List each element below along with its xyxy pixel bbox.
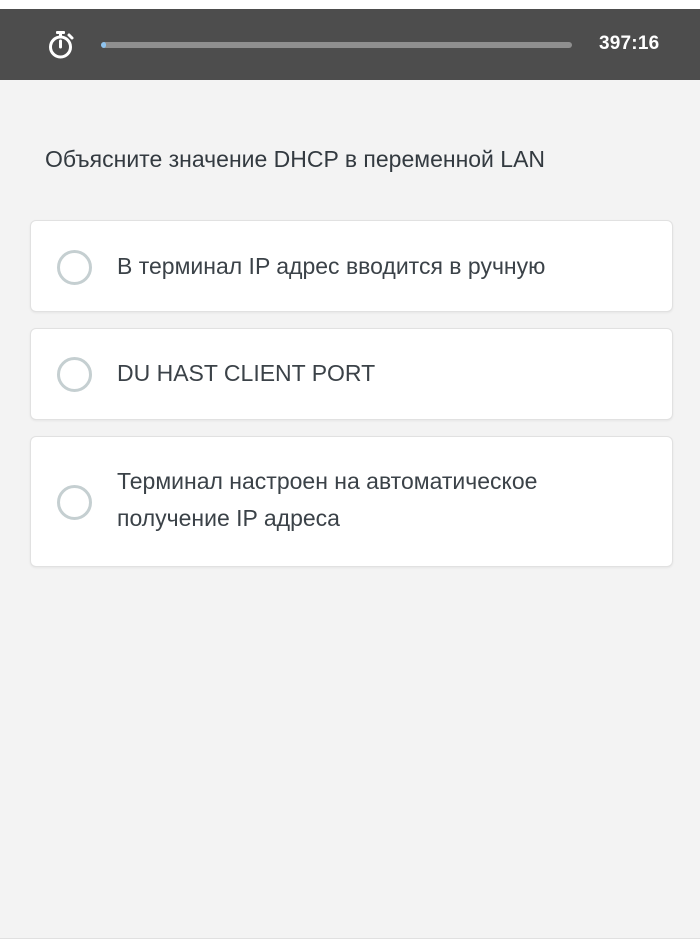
question-text: Объясните значение DHCP в переменной LAN <box>45 146 546 172</box>
time-progress-bar <box>101 42 572 48</box>
answer-option-label: DU HAST CLIENT PORT <box>117 360 376 386</box>
radio-button[interactable] <box>57 485 92 520</box>
answer-option[interactable]: DU HAST CLIENT PORT <box>30 328 673 420</box>
answer-option[interactable]: Терминал настроен на автоматическое полу… <box>30 436 673 567</box>
answer-option[interactable]: В терминал IP адрес вводится в ручную <box>30 220 673 312</box>
radio-button[interactable] <box>57 250 92 285</box>
timer-bar: 397:16 <box>0 9 700 80</box>
bottom-divider <box>0 938 700 942</box>
quiz-content: Объясните значение DHCP в переменной LAN… <box>0 80 700 938</box>
time-remaining: 397:16 <box>599 33 660 54</box>
time-progress-fill <box>101 42 106 48</box>
radio-button[interactable] <box>57 357 92 392</box>
stopwatch-icon <box>49 31 74 59</box>
answer-option-label: Терминал настроен на автоматическое полу… <box>117 468 538 531</box>
answer-option-label: В терминал IP адрес вводится в ручную <box>117 253 546 279</box>
